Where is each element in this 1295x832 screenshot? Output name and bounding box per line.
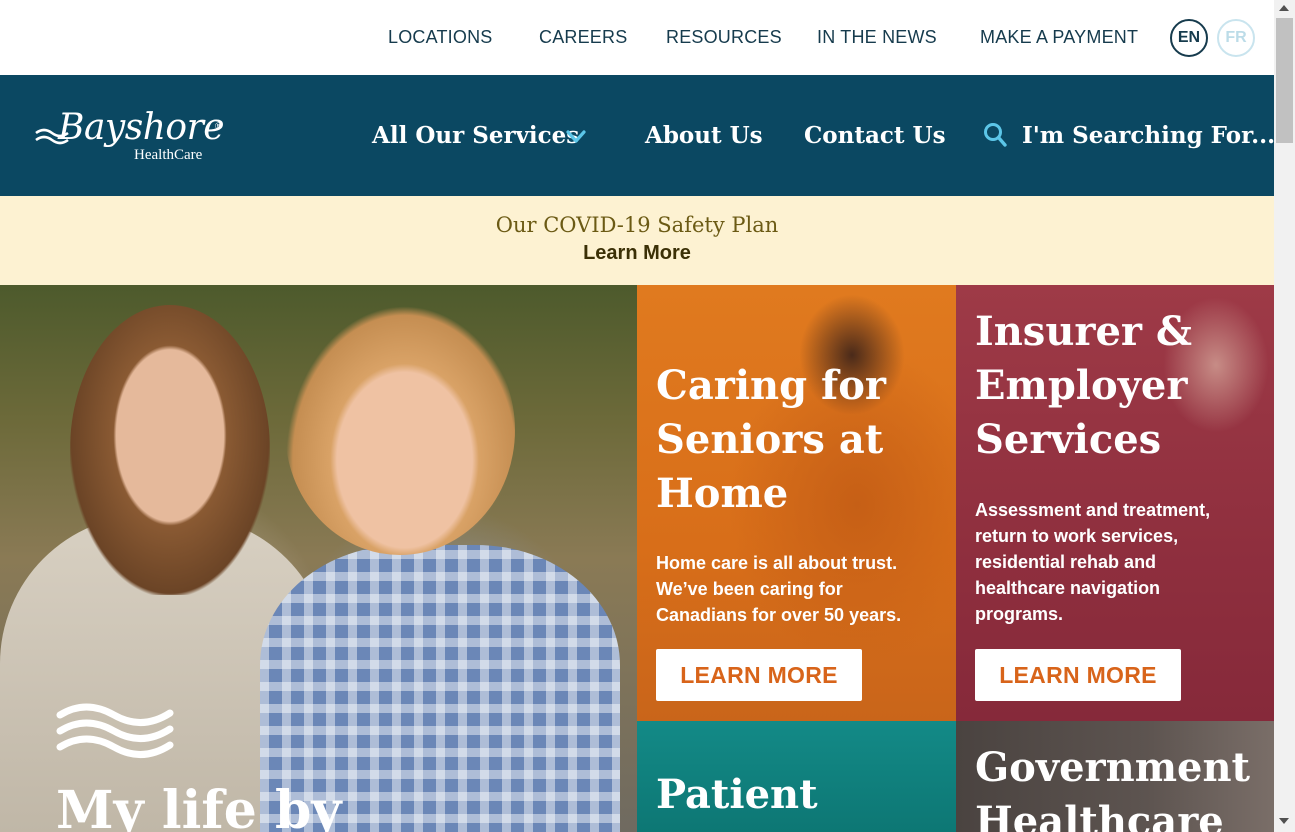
tile-title-line: Home (656, 470, 789, 517)
tile-description: Home care is all about trust. We’ve been… (656, 550, 901, 628)
utility-bar: LOCATIONS CAREERS RESOURCES IN THE NEWS … (0, 0, 1274, 75)
chevron-down-icon[interactable] (566, 130, 586, 144)
covid-banner: Our COVID-19 Safety Plan Learn More (0, 196, 1274, 285)
covid-learn-more-link[interactable]: Learn More (0, 242, 1274, 265)
page: LOCATIONS CAREERS RESOURCES IN THE NEWS … (0, 0, 1274, 832)
nav-locations-link[interactable]: LOCATIONS (388, 27, 492, 48)
language-fr-button[interactable]: FR (1217, 19, 1255, 57)
insurer-learn-more-button[interactable]: LEARN MORE (975, 649, 1181, 701)
hero-image: My life by (0, 285, 637, 832)
nav-about-us[interactable]: About Us (645, 122, 763, 149)
logo-brand: Bayshore (58, 107, 225, 148)
tile-description-line: residential rehab and (975, 552, 1157, 572)
nav-make-a-payment-link[interactable]: MAKE A PAYMENT (980, 27, 1138, 48)
scrollbar-thumb[interactable] (1276, 18, 1293, 143)
search-icon[interactable] (983, 122, 1007, 148)
tile-description-line: return to work services, (975, 526, 1179, 546)
tile-title-line: Government (975, 744, 1251, 791)
tile-title-line: Patient (656, 771, 818, 818)
tile-description-line: Canadians for over 50 years. (656, 605, 902, 625)
tile-description-line: programs. (975, 604, 1064, 624)
tile-caring-for-seniors[interactable]: Caring for Seniors at Home Home care is … (637, 285, 956, 721)
tile-description-line: We’ve been caring for (656, 579, 843, 599)
tile-title: Caring for Seniors at Home (656, 359, 886, 521)
hero-title: My life by (56, 780, 342, 832)
bayshore-logo[interactable]: Bayshore ® HealthCare (34, 105, 234, 167)
tile-description: Assessment and treatment, return to work… (975, 497, 1210, 627)
tile-title-line: Services (975, 416, 1162, 463)
tile-patient[interactable]: Patient (637, 721, 956, 832)
scroll-down-arrow-icon[interactable] (1279, 818, 1289, 824)
nav-all-our-services[interactable]: All Our Services (372, 122, 579, 149)
tile-description-line: Home care is all about trust. (656, 553, 898, 573)
hero-photo-figure (285, 305, 515, 555)
nav-in-the-news-link[interactable]: IN THE NEWS (817, 27, 937, 48)
tile-title: Patient (656, 768, 818, 822)
scroll-up-arrow-icon[interactable] (1279, 5, 1289, 11)
tile-title: Government Healthcare (975, 741, 1250, 832)
tile-description-line: healthcare navigation (975, 578, 1161, 598)
tile-title-line: Caring for (656, 362, 886, 409)
nav-contact-us[interactable]: Contact Us (804, 122, 946, 149)
tile-title: Insurer & Employer Services (975, 305, 1192, 467)
search-trigger[interactable]: I'm Searching For... (1022, 122, 1274, 149)
nav-careers-link[interactable]: CAREERS (539, 27, 627, 48)
logo-registered-mark: ® (215, 121, 222, 131)
vertical-scrollbar[interactable] (1274, 0, 1295, 832)
tile-title-line: Healthcare (975, 798, 1224, 832)
seniors-learn-more-button[interactable]: LEARN MORE (656, 649, 862, 701)
logo-subtitle: HealthCare (134, 147, 203, 163)
tile-title-line: Employer (975, 362, 1188, 409)
nav-resources-link[interactable]: RESOURCES (666, 27, 782, 48)
tile-insurer-employer-services[interactable]: Insurer & Employer Services Assessment a… (956, 285, 1274, 721)
language-en-button[interactable]: EN (1170, 19, 1208, 57)
tile-government-healthcare[interactable]: Government Healthcare (956, 721, 1274, 832)
waves-icon (56, 703, 174, 758)
covid-banner-title: Our COVID-19 Safety Plan (495, 213, 779, 237)
tile-title-line: Seniors at (656, 416, 884, 463)
tile-title-line: Insurer & (975, 308, 1193, 355)
main-nav: Bayshore ® HealthCare All Our Services A… (0, 75, 1274, 196)
hero-photo-figure (70, 305, 270, 595)
tile-description-line: Assessment and treatment, (975, 500, 1211, 520)
